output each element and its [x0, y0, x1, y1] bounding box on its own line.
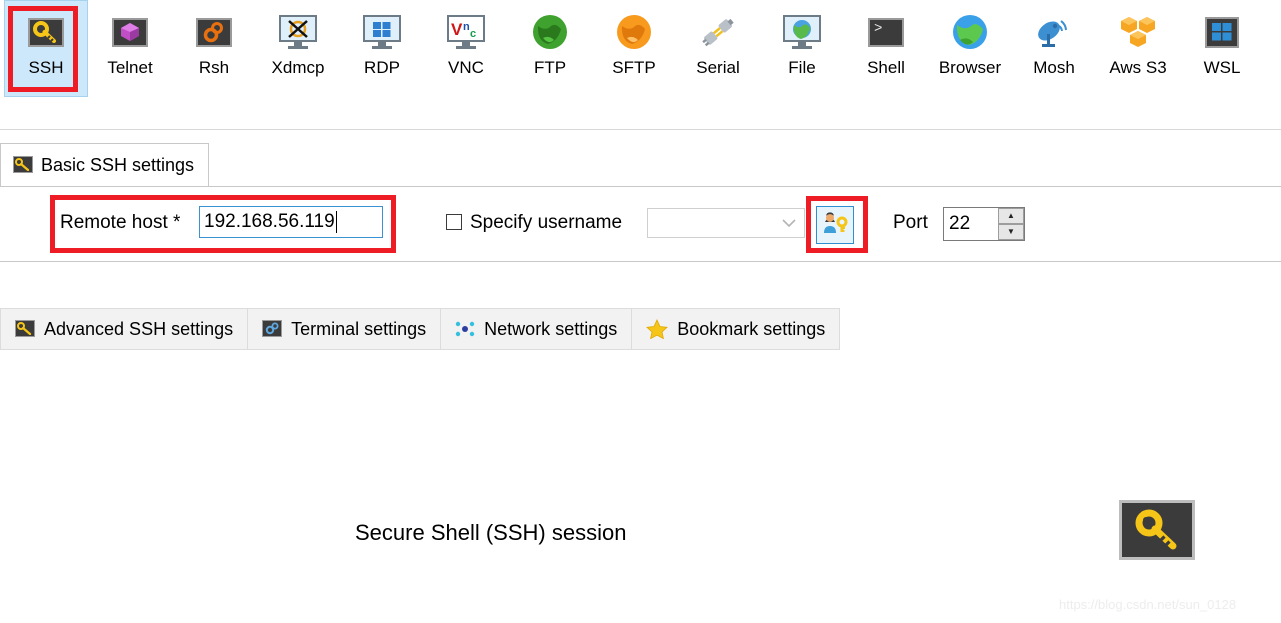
session-type-label: RDP	[364, 58, 400, 77]
serial-plug-icon	[697, 11, 739, 53]
session-type-file[interactable]: File	[760, 0, 844, 97]
port-spinner-arrows: ▲ ▼	[997, 208, 1024, 240]
rsh-gears-icon	[193, 11, 235, 53]
session-type-title: Secure Shell (SSH) session	[355, 520, 627, 545]
rdp-windows-icon	[361, 11, 403, 53]
session-type-label: FTP	[533, 58, 567, 77]
browser-globe-icon	[949, 11, 991, 53]
remote-host-input[interactable]: 192.168.56.119	[199, 206, 383, 238]
session-type-label: SSH	[28, 58, 64, 77]
session-type-xdmcp[interactable]: Xdmcp	[256, 0, 340, 97]
svg-text:n: n	[463, 21, 470, 33]
session-type-wsl[interactable]: WSL	[1180, 0, 1264, 97]
key-icon	[15, 320, 35, 338]
wsl-windows-icon	[1201, 11, 1243, 53]
mosh-satellite-icon	[1033, 11, 1075, 53]
session-type-label: Aws S3	[1109, 58, 1167, 77]
session-type-mosh[interactable]: Mosh	[1012, 0, 1096, 97]
star-icon	[646, 319, 669, 340]
session-type-label: Telnet	[107, 58, 153, 77]
session-type-rdp[interactable]: RDP	[340, 0, 424, 97]
session-type-label: Mosh	[1033, 58, 1075, 77]
port-label: Port	[893, 212, 928, 233]
remote-host-value: 192.168.56.119	[204, 211, 335, 232]
settings-tabstrip: Advanced SSH settings Terminal settings	[0, 308, 841, 350]
tab-label: Basic SSH settings	[41, 154, 195, 175]
telnet-gem-icon	[109, 11, 151, 53]
ssh-key-icon-large	[1119, 500, 1195, 560]
session-type-label: File	[788, 58, 816, 77]
xdmcp-x-icon	[277, 11, 319, 53]
tab-advanced-ssh-settings[interactable]: Advanced SSH settings	[0, 308, 249, 350]
tab-label: Network settings	[484, 318, 618, 339]
session-type-toolbar: SSH Telnet Rsh Xdmcp RDP V n c VNC FTP S…	[0, 0, 1281, 110]
vnc-monitor-icon: V n c	[445, 11, 487, 53]
session-type-label: Rsh	[198, 58, 230, 77]
session-type-ssh[interactable]: SSH	[4, 0, 88, 97]
network-nodes-icon	[455, 320, 475, 338]
tab-label: Advanced SSH settings	[44, 318, 234, 339]
tab-network-settings[interactable]: Network settings	[441, 308, 633, 350]
sftp-globe-icon	[613, 11, 655, 53]
text-caret	[335, 211, 337, 233]
session-type-label: Serial	[696, 58, 740, 77]
session-type-vnc[interactable]: V n c VNC	[424, 0, 508, 97]
session-type-ftp[interactable]: FTP	[508, 0, 592, 97]
session-type-label: VNC	[448, 58, 484, 77]
port-spinner[interactable]: 22 ▲ ▼	[943, 207, 1025, 241]
ssh-key-icon	[25, 11, 67, 53]
file-monitor-icon	[781, 11, 823, 53]
session-type-serial[interactable]: Serial	[676, 0, 760, 97]
watermark: https://blog.csdn.net/sun_0128	[1059, 597, 1237, 612]
tab-bookmark-settings[interactable]: Bookmark settings	[632, 308, 841, 350]
key-icon	[13, 156, 33, 174]
session-type-sftp[interactable]: SFTP	[592, 0, 676, 97]
session-type-shell[interactable]: > Shell	[844, 0, 928, 97]
remote-host-label: Remote host *	[60, 212, 181, 233]
gears-icon	[262, 320, 283, 338]
svg-text:c: c	[470, 28, 476, 39]
port-increment-button[interactable]: ▲	[998, 208, 1024, 224]
toolbar-separator	[0, 129, 1281, 130]
session-type-label: Browser	[938, 58, 1002, 77]
basic-ssh-settings-panel: Remote host * 192.168.56.119 Specify use…	[0, 186, 1281, 262]
user-key-icon	[821, 211, 849, 240]
session-type-label: SFTP	[612, 58, 656, 77]
port-value[interactable]: 22	[944, 208, 997, 240]
username-combobox[interactable]	[647, 208, 805, 238]
svg-text:V: V	[451, 20, 463, 39]
tab-terminal-settings[interactable]: Terminal settings	[248, 308, 442, 350]
mobaxterm-session-dialog: SSH Telnet Rsh Xdmcp RDP V n c VNC FTP S…	[0, 0, 1281, 623]
specify-username-checkbox[interactable]	[446, 214, 462, 230]
session-type-label: Xdmcp	[271, 58, 325, 77]
session-type-telnet[interactable]: Telnet	[88, 0, 172, 97]
session-type-rsh[interactable]: Rsh	[172, 0, 256, 97]
tab-label: Terminal settings	[291, 318, 427, 339]
port-decrement-button[interactable]: ▼	[998, 224, 1024, 240]
tab-basic-ssh-settings[interactable]: Basic SSH settings	[0, 143, 210, 186]
select-user-button[interactable]	[816, 206, 854, 244]
chevron-down-icon	[782, 217, 796, 230]
session-type-label: Shell	[867, 58, 905, 77]
tab-label: Bookmark settings	[677, 318, 826, 339]
aws-s3-cubes-icon	[1117, 11, 1159, 53]
session-type-aws-s3[interactable]: Aws S3	[1096, 0, 1180, 97]
shell-prompt-icon: >	[865, 11, 907, 53]
session-type-label: WSL	[1203, 58, 1241, 77]
ftp-globe-icon	[529, 11, 571, 53]
basic-settings-tabstrip: Basic SSH settings	[0, 143, 1281, 187]
session-type-browser[interactable]: Browser	[928, 0, 1012, 97]
specify-username-label: Specify username	[470, 212, 623, 233]
